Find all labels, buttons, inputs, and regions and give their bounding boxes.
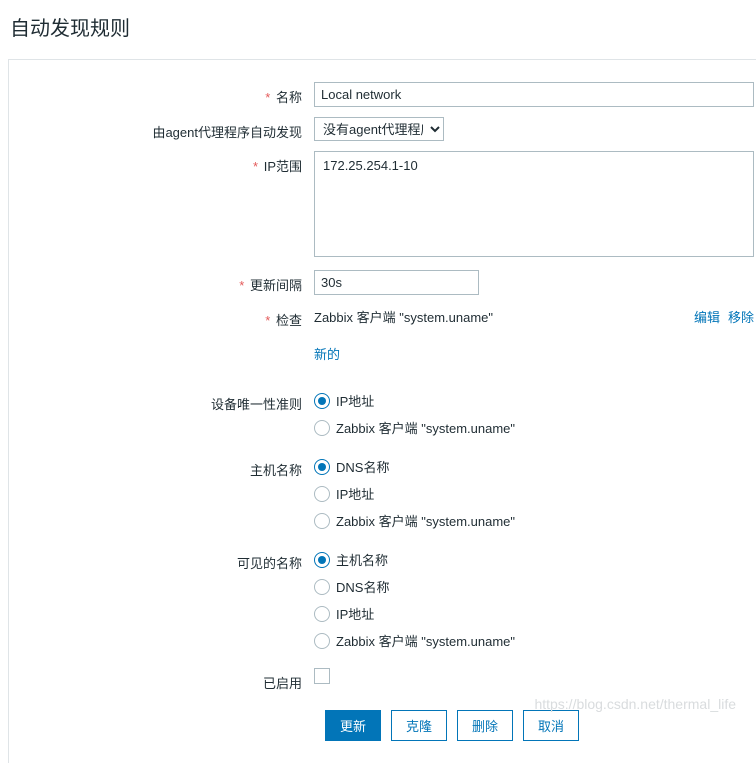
hostname-radio-zabbix[interactable]: Zabbix 客户端 "system.uname" [314,511,756,530]
radio-icon [314,633,330,649]
enabled-checkbox[interactable] [314,668,330,684]
interval-label: * 更新间隔 [9,270,314,294]
hostname-radio-ip[interactable]: IP地址 [314,484,756,503]
radio-icon [314,552,330,568]
interval-input[interactable] [314,270,479,295]
proxy-label: 由agent代理程序自动发现 [9,117,314,141]
clone-button[interactable]: 克隆 [391,710,447,741]
visiblename-radio-ip[interactable]: IP地址 [314,604,756,623]
name-input[interactable] [314,82,754,107]
radio-icon [314,393,330,409]
hostname-label: 主机名称 [9,455,314,479]
update-button[interactable]: 更新 [325,710,381,741]
hostname-radio-group: DNS名称 IP地址 Zabbix 客户端 "system.uname" [314,455,756,530]
delete-button[interactable]: 删除 [457,710,513,741]
radio-icon [314,513,330,529]
name-label: * 名称 [9,82,314,106]
check-row: Zabbix 客户端 "system.uname" 编辑 移除 [314,305,754,330]
visiblename-radio-group: 主机名称 DNS名称 IP地址 Zabbix 客户端 "system.uname… [314,548,756,650]
page-title: 自动发现规则 [0,0,756,59]
visiblename-radio-zabbix[interactable]: Zabbix 客户端 "system.uname" [314,631,756,650]
unique-radio-zabbix[interactable]: Zabbix 客户端 "system.uname" [314,418,756,437]
radio-icon [314,606,330,622]
visiblename-radio-host[interactable]: 主机名称 [314,550,756,569]
button-row: 更新 克隆 删除 取消 [325,710,756,741]
proxy-select[interactable]: 没有agent代理程序 [314,117,444,141]
check-edit-link[interactable]: 编辑 [694,307,720,326]
unique-label: 设备唯一性准则 [9,389,314,413]
unique-radio-group: IP地址 Zabbix 客户端 "system.uname" [314,389,756,437]
radio-icon [314,486,330,502]
visiblename-radio-dns[interactable]: DNS名称 [314,577,756,596]
radio-icon [314,579,330,595]
check-new-link[interactable]: 新的 [314,344,340,363]
check-remove-link[interactable]: 移除 [728,307,754,326]
check-text: Zabbix 客户端 "system.uname" [314,307,493,326]
radio-icon [314,420,330,436]
iprange-label: * IP范围 [9,151,314,175]
visiblename-label: 可见的名称 [9,548,314,572]
form-panel: * 名称 由agent代理程序自动发现 没有agent代理程序 * IP范围 1… [8,59,756,763]
hostname-radio-dns[interactable]: DNS名称 [314,457,756,476]
enabled-label: 已启用 [9,668,314,692]
checks-label: * 检查 [9,305,314,329]
radio-icon [314,459,330,475]
iprange-textarea[interactable]: 172.25.254.1-10 [314,151,754,257]
unique-radio-ip[interactable]: IP地址 [314,391,756,410]
cancel-button[interactable]: 取消 [523,710,579,741]
